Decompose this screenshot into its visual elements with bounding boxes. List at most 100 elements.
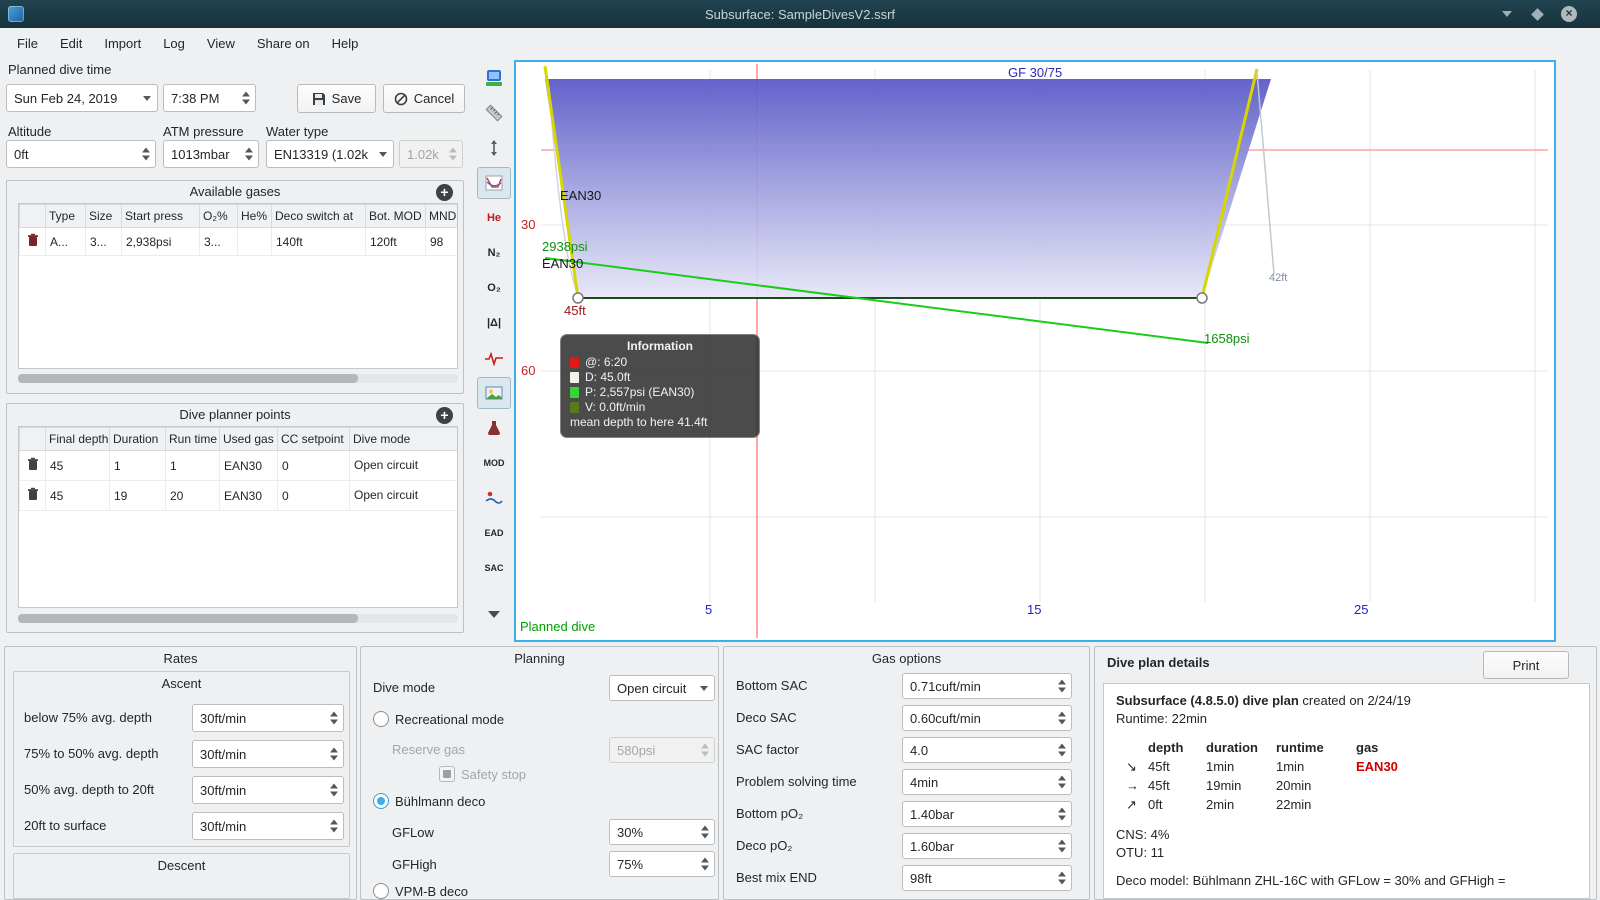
point-gas-cell[interactable]: EAN30 — [219, 480, 278, 511]
o2-graph-icon[interactable]: O₂ — [477, 272, 511, 304]
ead-icon[interactable]: EAD — [477, 517, 511, 549]
gas-type-cell[interactable]: A... — [45, 227, 86, 256]
spin-arrows[interactable] — [330, 747, 338, 761]
rate-input-1[interactable]: 30ft/min — [192, 704, 344, 732]
spin-arrows[interactable] — [1058, 775, 1066, 789]
gases-col-he[interactable]: He% — [237, 204, 272, 228]
gfhigh-input[interactable]: 75% — [609, 851, 715, 877]
spin-arrows[interactable] — [142, 147, 150, 161]
point-mode-cell[interactable]: Open circuit — [349, 450, 457, 481]
water-type-select[interactable]: EN13319 (1.02k — [266, 140, 394, 168]
menu-help[interactable]: Help — [321, 32, 370, 55]
n2-graph-icon[interactable]: N₂ — [477, 237, 511, 269]
spin-arrows[interactable] — [1058, 807, 1066, 821]
recreational-mode-radio[interactable] — [373, 711, 389, 727]
scale-icon[interactable] — [477, 132, 511, 164]
deco-po2-input[interactable]: 1.60bar — [902, 833, 1072, 859]
vpmb-deco-radio[interactable] — [373, 883, 389, 899]
deco-sac-input[interactable]: 0.60cuft/min — [902, 705, 1072, 731]
gases-col-type[interactable]: Type — [45, 204, 86, 228]
points-col-duration[interactable]: Duration — [109, 427, 166, 451]
point-runtime-cell[interactable]: 1 — [165, 450, 220, 481]
heart-rate-icon[interactable] — [477, 342, 511, 374]
delete-point-button[interactable] — [19, 450, 46, 481]
altitude-input[interactable]: 0ft — [6, 140, 156, 168]
gases-scrollbar[interactable] — [18, 374, 358, 383]
problem-time-input[interactable]: 4min — [902, 769, 1072, 795]
print-button[interactable]: Print — [1483, 651, 1569, 679]
gas-he-cell[interactable] — [237, 227, 272, 256]
ndl-icon[interactable] — [477, 482, 511, 514]
point-mode-cell[interactable]: Open circuit — [349, 480, 457, 511]
dive-time-input[interactable]: 7:38 PM — [163, 84, 256, 112]
point-setpoint-cell[interactable]: 0 — [277, 480, 350, 511]
delete-gas-button[interactable] — [19, 227, 46, 256]
dive-profile-chart[interactable]: GF 30/75 30 60 5 15 25 EAN30 2938psi EAN… — [514, 60, 1556, 642]
rate-input-4[interactable]: 30ft/min — [192, 812, 344, 840]
points-col-final-depth[interactable]: Final depth — [45, 427, 110, 451]
gas-size-cell[interactable]: 3... — [85, 227, 122, 256]
planner-handle-1[interactable] — [572, 292, 584, 304]
menu-view[interactable]: View — [196, 32, 246, 55]
gases-col-mnd[interactable]: MND — [425, 204, 457, 228]
dive-mode-select[interactable]: Open circuit — [609, 675, 715, 701]
point-runtime-cell[interactable]: 20 — [165, 480, 220, 511]
rate-input-3[interactable]: 30ft/min — [192, 776, 344, 804]
maximize-button[interactable] — [1528, 5, 1546, 23]
spin-arrows[interactable] — [1058, 871, 1066, 885]
gases-col-deco-switch[interactable]: Deco switch at — [271, 204, 366, 228]
gas-start-press-cell[interactable]: 2,938psi — [121, 227, 200, 256]
points-col-cc-setpoint[interactable]: CC setpoint — [277, 427, 350, 451]
planner-handle-2[interactable] — [1196, 292, 1208, 304]
gas-mnd-cell[interactable]: 98 — [425, 227, 457, 256]
shade-button[interactable] — [1498, 5, 1516, 23]
points-scrollbar[interactable] — [18, 614, 358, 623]
delete-point-button[interactable] — [19, 480, 46, 511]
dive-computer-icon[interactable] — [477, 62, 511, 94]
sac-icon[interactable]: SAC — [477, 552, 511, 584]
point-setpoint-cell[interactable]: 0 — [277, 450, 350, 481]
menu-log[interactable]: Log — [152, 32, 196, 55]
menu-file[interactable]: File — [6, 32, 49, 55]
gas-bot-mod-cell[interactable]: 120ft — [365, 227, 426, 256]
point-depth-cell[interactable]: 45 — [45, 480, 110, 511]
gases-col-bot-mod[interactable]: Bot. MOD — [365, 204, 426, 228]
delta-icon[interactable]: |Δ| — [477, 307, 511, 339]
cancel-button[interactable]: Cancel — [383, 84, 465, 113]
add-gas-button[interactable]: + — [436, 184, 453, 201]
photos-icon[interactable] — [477, 377, 511, 409]
edit-profile-icon[interactable] — [477, 167, 511, 199]
spin-arrows[interactable] — [1058, 679, 1066, 693]
spin-arrows[interactable] — [242, 91, 250, 105]
point-duration-cell[interactable]: 1 — [109, 450, 166, 481]
menu-share-on[interactable]: Share on — [246, 32, 321, 55]
bottom-po2-input[interactable]: 1.40bar — [902, 801, 1072, 827]
he-graph-icon[interactable]: He — [477, 202, 511, 234]
spin-arrows[interactable] — [1058, 743, 1066, 757]
sac-factor-input[interactable]: 4.0 — [902, 737, 1072, 763]
ruler-icon[interactable] — [477, 97, 511, 129]
points-col-used-gas[interactable]: Used gas — [219, 427, 278, 451]
gas-deco-switch-cell[interactable]: 140ft — [271, 227, 366, 256]
save-button[interactable]: Save — [297, 84, 376, 113]
menu-edit[interactable]: Edit — [49, 32, 93, 55]
mod-icon[interactable]: MOD — [477, 447, 511, 479]
point-duration-cell[interactable]: 19 — [109, 480, 166, 511]
spin-arrows[interactable] — [1058, 711, 1066, 725]
gflow-input[interactable]: 30% — [609, 819, 715, 845]
spin-arrows[interactable] — [701, 825, 709, 839]
points-col-run-time[interactable]: Run time — [165, 427, 220, 451]
gas-o2-cell[interactable]: 3... — [199, 227, 238, 256]
atm-pressure-input[interactable]: 1013mbar — [163, 140, 259, 168]
spin-arrows[interactable] — [330, 819, 338, 833]
dive-date-select[interactable]: Sun Feb 24, 2019 — [6, 84, 158, 112]
point-depth-cell[interactable]: 45 — [45, 450, 110, 481]
spin-arrows[interactable] — [330, 783, 338, 797]
menu-import[interactable]: Import — [93, 32, 152, 55]
close-button[interactable]: × — [1560, 5, 1578, 23]
gases-col-size[interactable]: Size — [85, 204, 122, 228]
gases-col-start-press[interactable]: Start press — [121, 204, 200, 228]
best-mix-end-input[interactable]: 98ft — [902, 865, 1072, 891]
bottom-sac-input[interactable]: 0.71cuft/min — [902, 673, 1072, 699]
rate-input-2[interactable]: 30ft/min — [192, 740, 344, 768]
